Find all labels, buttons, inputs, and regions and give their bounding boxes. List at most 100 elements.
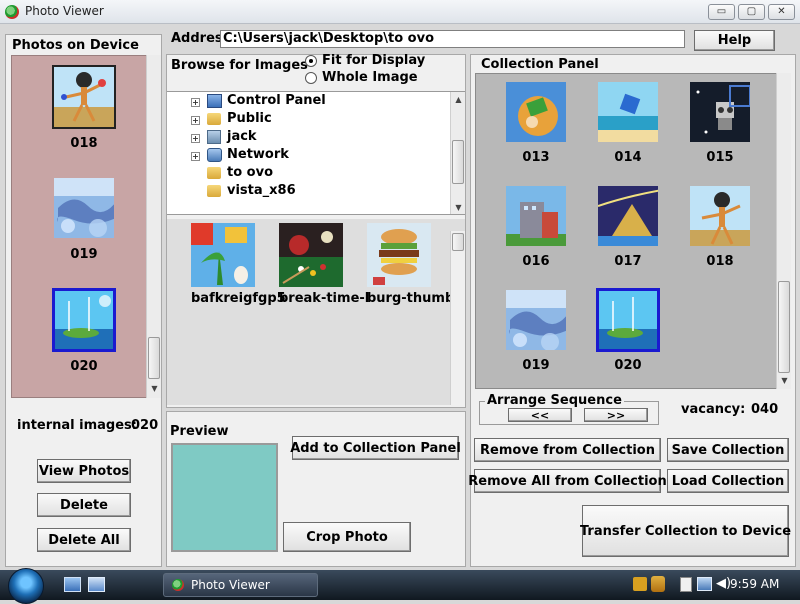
tree-item-control-panel[interactable]: + Control Panel (167, 93, 449, 111)
radio-label: Whole Image (322, 70, 418, 85)
folder-tree[interactable]: + Control Panel + Public + jack + Networ… (167, 91, 465, 215)
view-photos-button[interactable]: View Photos (37, 459, 131, 483)
file-thumb-bafkreigfgp5[interactable] (191, 223, 255, 287)
expand-icon[interactable]: + (191, 116, 200, 125)
expand-icon[interactable]: + (191, 134, 200, 143)
start-button[interactable] (8, 568, 44, 604)
scroll-down-icon[interactable]: ▼ (147, 381, 162, 396)
collection-item-017[interactable] (596, 184, 660, 248)
crop-photo-button[interactable]: Crop Photo (283, 522, 411, 552)
device-list-scrollbar[interactable]: ▼ (146, 55, 161, 398)
collection-item-label: 014 (614, 150, 642, 165)
device-photo-label: 020 (70, 359, 98, 374)
device-panel-title: Photos on Device (12, 38, 139, 53)
scroll-down-icon[interactable]: ▼ (451, 200, 465, 214)
expand-icon[interactable]: + (191, 152, 200, 161)
delete-button[interactable]: Delete (37, 493, 131, 517)
image-file-list[interactable]: bafkreigfgp5 break-time-l burg-thumb.j (167, 219, 465, 405)
tree-item-vista-x86[interactable]: vista_x86 (167, 183, 449, 201)
title-bar[interactable]: Photo Viewer ▭ ▢ ✕ (0, 0, 800, 24)
collection-item-label: 019 (522, 358, 550, 373)
tree-item-network[interactable]: + Network (167, 147, 449, 165)
tree-item-public[interactable]: + Public (167, 111, 449, 129)
collection-panel-title: Collection Panel (481, 57, 599, 72)
file-list-scrollbar[interactable] (450, 231, 465, 405)
transfer-collection-button[interactable]: Transfer Collection to Device (580, 505, 791, 557)
taskbar-item-photo-viewer[interactable]: Photo Viewer (163, 573, 318, 597)
collection-scrollbar[interactable]: ▼ (776, 73, 791, 389)
landscape-thumbnail (599, 291, 657, 349)
close-button[interactable]: ✕ (768, 4, 795, 20)
collection-item-020[interactable] (596, 288, 660, 352)
show-desktop-icon[interactable] (64, 577, 81, 592)
address-label: Addres (171, 31, 223, 46)
delete-all-button[interactable]: Delete All (37, 528, 131, 552)
switch-windows-icon[interactable] (88, 577, 105, 592)
collection-item-013[interactable] (504, 80, 568, 144)
address-input[interactable]: C:\Users\jack\Desktop\to ovo (220, 30, 685, 48)
stick-figure-thumbnail (54, 67, 114, 127)
tree-scrollbar[interactable]: ▲ ▼ (450, 92, 465, 214)
tree-item-label: Network (227, 147, 289, 162)
minimize-button[interactable]: ▭ (708, 4, 735, 20)
fit-for-display-radio[interactable]: Fit for Display (305, 53, 475, 69)
scroll-thumb[interactable] (452, 233, 464, 251)
load-collection-button[interactable]: Load Collection (667, 469, 789, 493)
collection-item-015[interactable] (688, 80, 752, 144)
app-icon (5, 5, 19, 19)
network-icon[interactable] (697, 577, 712, 591)
scroll-up-icon[interactable]: ▲ (451, 92, 465, 107)
art-thumbnail (191, 223, 255, 287)
volume-icon[interactable]: ◀) (716, 576, 731, 591)
minimize-icon: ▭ (716, 6, 727, 17)
device-photo-019[interactable] (52, 176, 116, 240)
collection-panel: Collection Panel 013 014 015 016 017 018… (468, 54, 796, 567)
security-icon[interactable] (633, 577, 647, 591)
folder-icon (207, 113, 221, 125)
control-panel-icon (207, 94, 222, 108)
beach-thumbnail (598, 82, 658, 142)
file-thumb-break-time[interactable] (279, 223, 343, 287)
whole-image-radio[interactable]: Whole Image (305, 70, 475, 86)
add-to-collection-button[interactable]: Add to Collection Panel (290, 436, 461, 460)
scroll-thumb[interactable] (778, 281, 790, 373)
file-thumb-burg-thumb[interactable] (367, 223, 431, 287)
collection-item-label: 013 (522, 150, 550, 165)
device-photo-list[interactable]: 018 019 020 (11, 55, 148, 398)
remove-from-collection-button[interactable]: Remove from Collection (474, 438, 661, 462)
clock[interactable]: 9:59 AM (730, 577, 779, 591)
stick-figure-thumbnail (690, 186, 750, 246)
shield-icon[interactable] (651, 576, 665, 592)
file-label: break-time-l (279, 291, 370, 306)
space-robot-thumbnail (690, 82, 750, 142)
device-photo-018[interactable] (52, 65, 116, 129)
building-thumbnail (506, 186, 566, 246)
collection-item-label: 020 (614, 358, 642, 373)
device-photo-020[interactable] (52, 288, 116, 352)
abstract-thumbnail (506, 290, 566, 350)
device-panel: Photos on Device 018 019 020 ▼ internal … (5, 34, 162, 567)
collection-item-014[interactable] (596, 80, 660, 144)
tree-item-to-ovo[interactable]: to ovo (167, 165, 449, 183)
help-button[interactable]: Help (694, 30, 775, 51)
window-title: Photo Viewer (25, 4, 104, 18)
scroll-thumb[interactable] (452, 140, 464, 184)
battery-icon[interactable] (680, 577, 692, 592)
vacancy-label: vacancy: (681, 402, 746, 417)
maximize-button[interactable]: ▢ (738, 4, 765, 20)
remove-all-from-collection-button[interactable]: Remove All from Collection (468, 469, 667, 493)
collection-item-018[interactable] (688, 184, 752, 248)
collection-item-label: 017 (614, 254, 642, 269)
expand-icon[interactable]: + (191, 98, 200, 107)
maximize-icon: ▢ (746, 6, 757, 17)
move-later-button[interactable]: >> (584, 408, 648, 422)
move-earlier-button[interactable]: << (508, 408, 572, 422)
tree-item-jack[interactable]: + jack (167, 129, 449, 147)
save-collection-button[interactable]: Save Collection (667, 438, 789, 462)
collection-item-019[interactable] (504, 288, 568, 352)
collection-grid[interactable]: 013 014 015 016 017 018 019 020 (475, 73, 778, 389)
scroll-down-icon[interactable]: ▼ (777, 373, 792, 388)
collection-item-016[interactable] (504, 184, 568, 248)
tree-item-label: Control Panel (227, 93, 326, 108)
scroll-thumb[interactable] (148, 337, 160, 379)
